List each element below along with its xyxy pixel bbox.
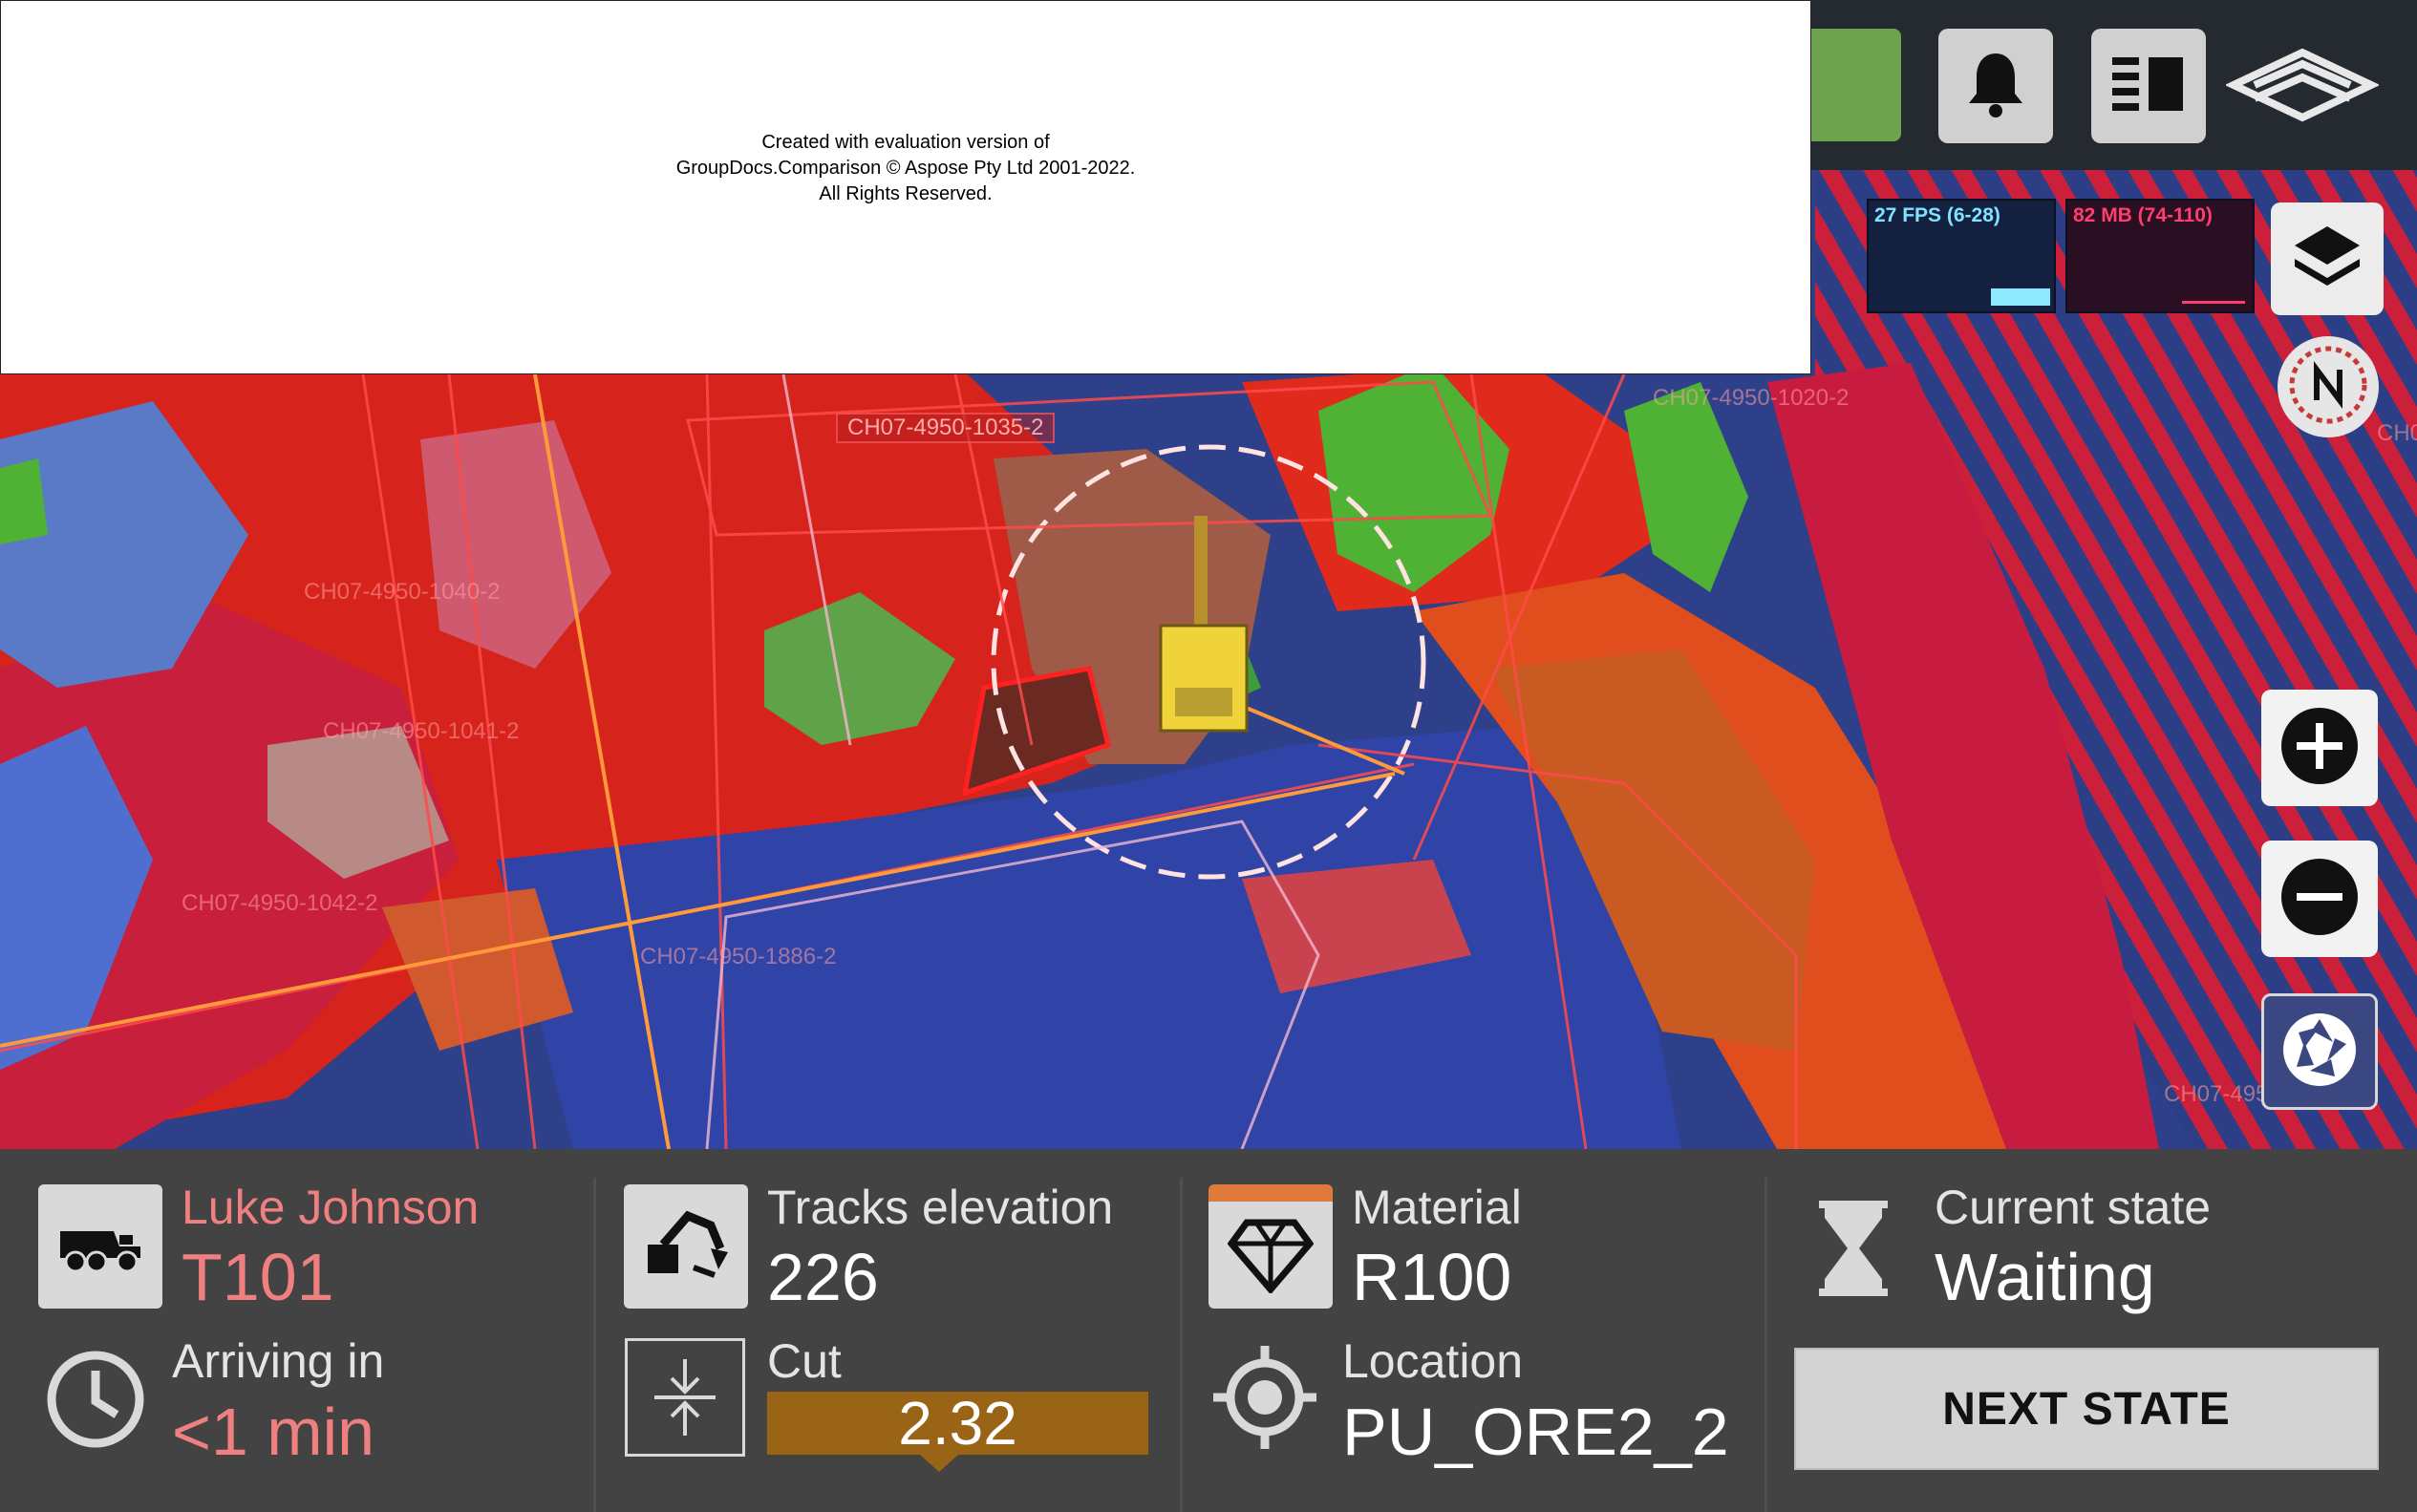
current-state-value: Waiting	[1935, 1240, 2155, 1314]
zoom-out-icon	[2279, 857, 2360, 942]
panel-divider	[593, 1178, 596, 1512]
material-diamond-icon	[1208, 1184, 1333, 1309]
clock-icon	[46, 1350, 145, 1454]
block-label: CH07-4950-1041-2	[323, 718, 520, 744]
fps-readout: 27 FPS (6-28)	[1874, 204, 2000, 226]
cut-value: 2.32	[898, 1389, 1017, 1458]
status-panel: Luke Johnson T101 Arriving in <1 min Tra…	[0, 1149, 2417, 1512]
fps-graph	[1991, 288, 2050, 306]
arriving-label: Arriving in	[172, 1334, 385, 1388]
excavator-icon	[624, 1184, 748, 1309]
material-label: Material	[1352, 1181, 1522, 1234]
location-label: Location	[1342, 1334, 1524, 1388]
camera-button[interactable]	[2261, 993, 2378, 1110]
next-state-button[interactable]: NEXT STATE	[1794, 1348, 2379, 1470]
block-label: CH07-4950-1035-2	[836, 413, 1056, 443]
panel-toggle-button[interactable]	[2091, 29, 2206, 143]
layers-icon	[2291, 221, 2364, 298]
truck-id: T101	[182, 1240, 334, 1314]
notifications-button[interactable]	[1938, 29, 2053, 143]
fps-monitor: 27 FPS (6-28)	[1867, 199, 2056, 313]
haul-truck-icon	[38, 1184, 162, 1309]
compass-button[interactable]	[2278, 336, 2379, 437]
cut-fill-icon	[625, 1338, 745, 1457]
arriving-value: <1 min	[172, 1395, 375, 1469]
memory-monitor: 82 MB (74-110)	[2065, 199, 2255, 313]
tracks-elevation-label: Tracks elevation	[767, 1181, 1114, 1234]
evaluation-watermark: Created with evaluation version of Group…	[0, 0, 1811, 374]
zoom-out-button[interactable]	[2261, 841, 2378, 957]
hourglass-icon	[1813, 1199, 1893, 1303]
panel-divider	[1180, 1178, 1183, 1512]
block-label: CH0	[2377, 420, 2417, 446]
camera-shutter-icon	[2279, 1010, 2360, 1095]
watermark-line: GroupDocs.Comparison © Aspose Pty Ltd 20…	[675, 157, 1136, 179]
location-value: PU_ORE2_2	[1342, 1395, 1729, 1469]
block-label: CH07-4950-1020-2	[1653, 385, 1850, 411]
cut-label: Cut	[767, 1334, 842, 1388]
current-state-label: Current state	[1935, 1181, 2212, 1234]
panel-divider	[1765, 1178, 1767, 1512]
panel-toggle-icon	[2110, 53, 2187, 119]
watermark-line: Created with evaluation version of	[761, 131, 1050, 153]
location-target-icon	[1211, 1344, 1318, 1456]
block-label: CH07-4950-1042-2	[182, 890, 378, 916]
material-value: R100	[1352, 1240, 1512, 1314]
block-label: CH07-4950-1040-2	[304, 579, 501, 605]
watermark-line: All Rights Reserved.	[819, 182, 993, 204]
status-indicator-button[interactable]	[1811, 29, 1901, 141]
block-label: CH07-4950-1886-2	[640, 944, 837, 969]
cut-indicator: 2.32	[767, 1389, 1148, 1481]
memory-graph	[2182, 301, 2245, 304]
memory-readout: 82 MB (74-110)	[2073, 204, 2213, 226]
zoom-in-icon	[2279, 706, 2360, 791]
bell-icon	[1965, 50, 2026, 123]
operator-name: Luke Johnson	[182, 1181, 480, 1234]
zoom-in-button[interactable]	[2261, 690, 2378, 806]
brand-logo-icon	[2224, 43, 2381, 129]
layers-button[interactable]	[2271, 202, 2384, 315]
compass-icon	[2286, 343, 2370, 432]
tracks-elevation-value: 226	[767, 1240, 879, 1314]
